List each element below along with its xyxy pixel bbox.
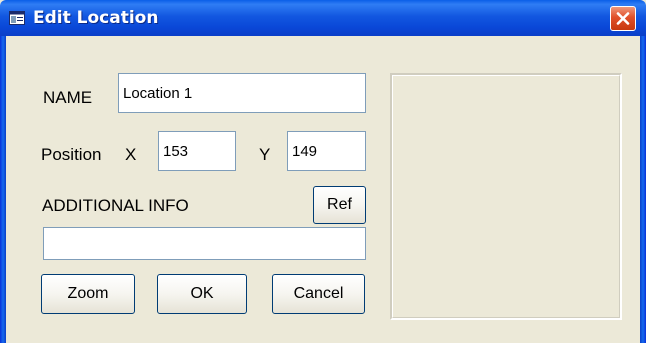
name-label: NAME xyxy=(43,88,93,107)
edit-location-dialog: Edit Location NAME Position X Y ADDITION… xyxy=(0,0,646,343)
ref-button[interactable]: Ref xyxy=(313,186,366,224)
x-input[interactable] xyxy=(158,131,236,171)
x-label: X xyxy=(125,145,137,164)
close-x-icon xyxy=(616,12,630,25)
additional-info-label: ADDITIONAL INFO xyxy=(42,196,189,215)
ok-button[interactable]: OK xyxy=(157,274,247,314)
y-label: Y xyxy=(259,145,271,164)
additional-info-input[interactable] xyxy=(43,227,366,260)
window-frame-right xyxy=(640,36,646,343)
close-button[interactable] xyxy=(610,6,636,31)
zoom-button[interactable]: Zoom xyxy=(41,274,135,314)
y-input[interactable] xyxy=(287,131,366,171)
app-window-icon xyxy=(9,10,25,25)
position-label: Position xyxy=(41,145,102,164)
window-frame-left xyxy=(0,36,6,343)
title-bar[interactable]: Edit Location xyxy=(0,0,646,36)
preview-panel xyxy=(390,73,622,320)
preview-panel-inner xyxy=(392,75,620,318)
cancel-button[interactable]: Cancel xyxy=(272,274,365,314)
window-title: Edit Location xyxy=(33,8,159,28)
name-input[interactable] xyxy=(118,73,366,113)
